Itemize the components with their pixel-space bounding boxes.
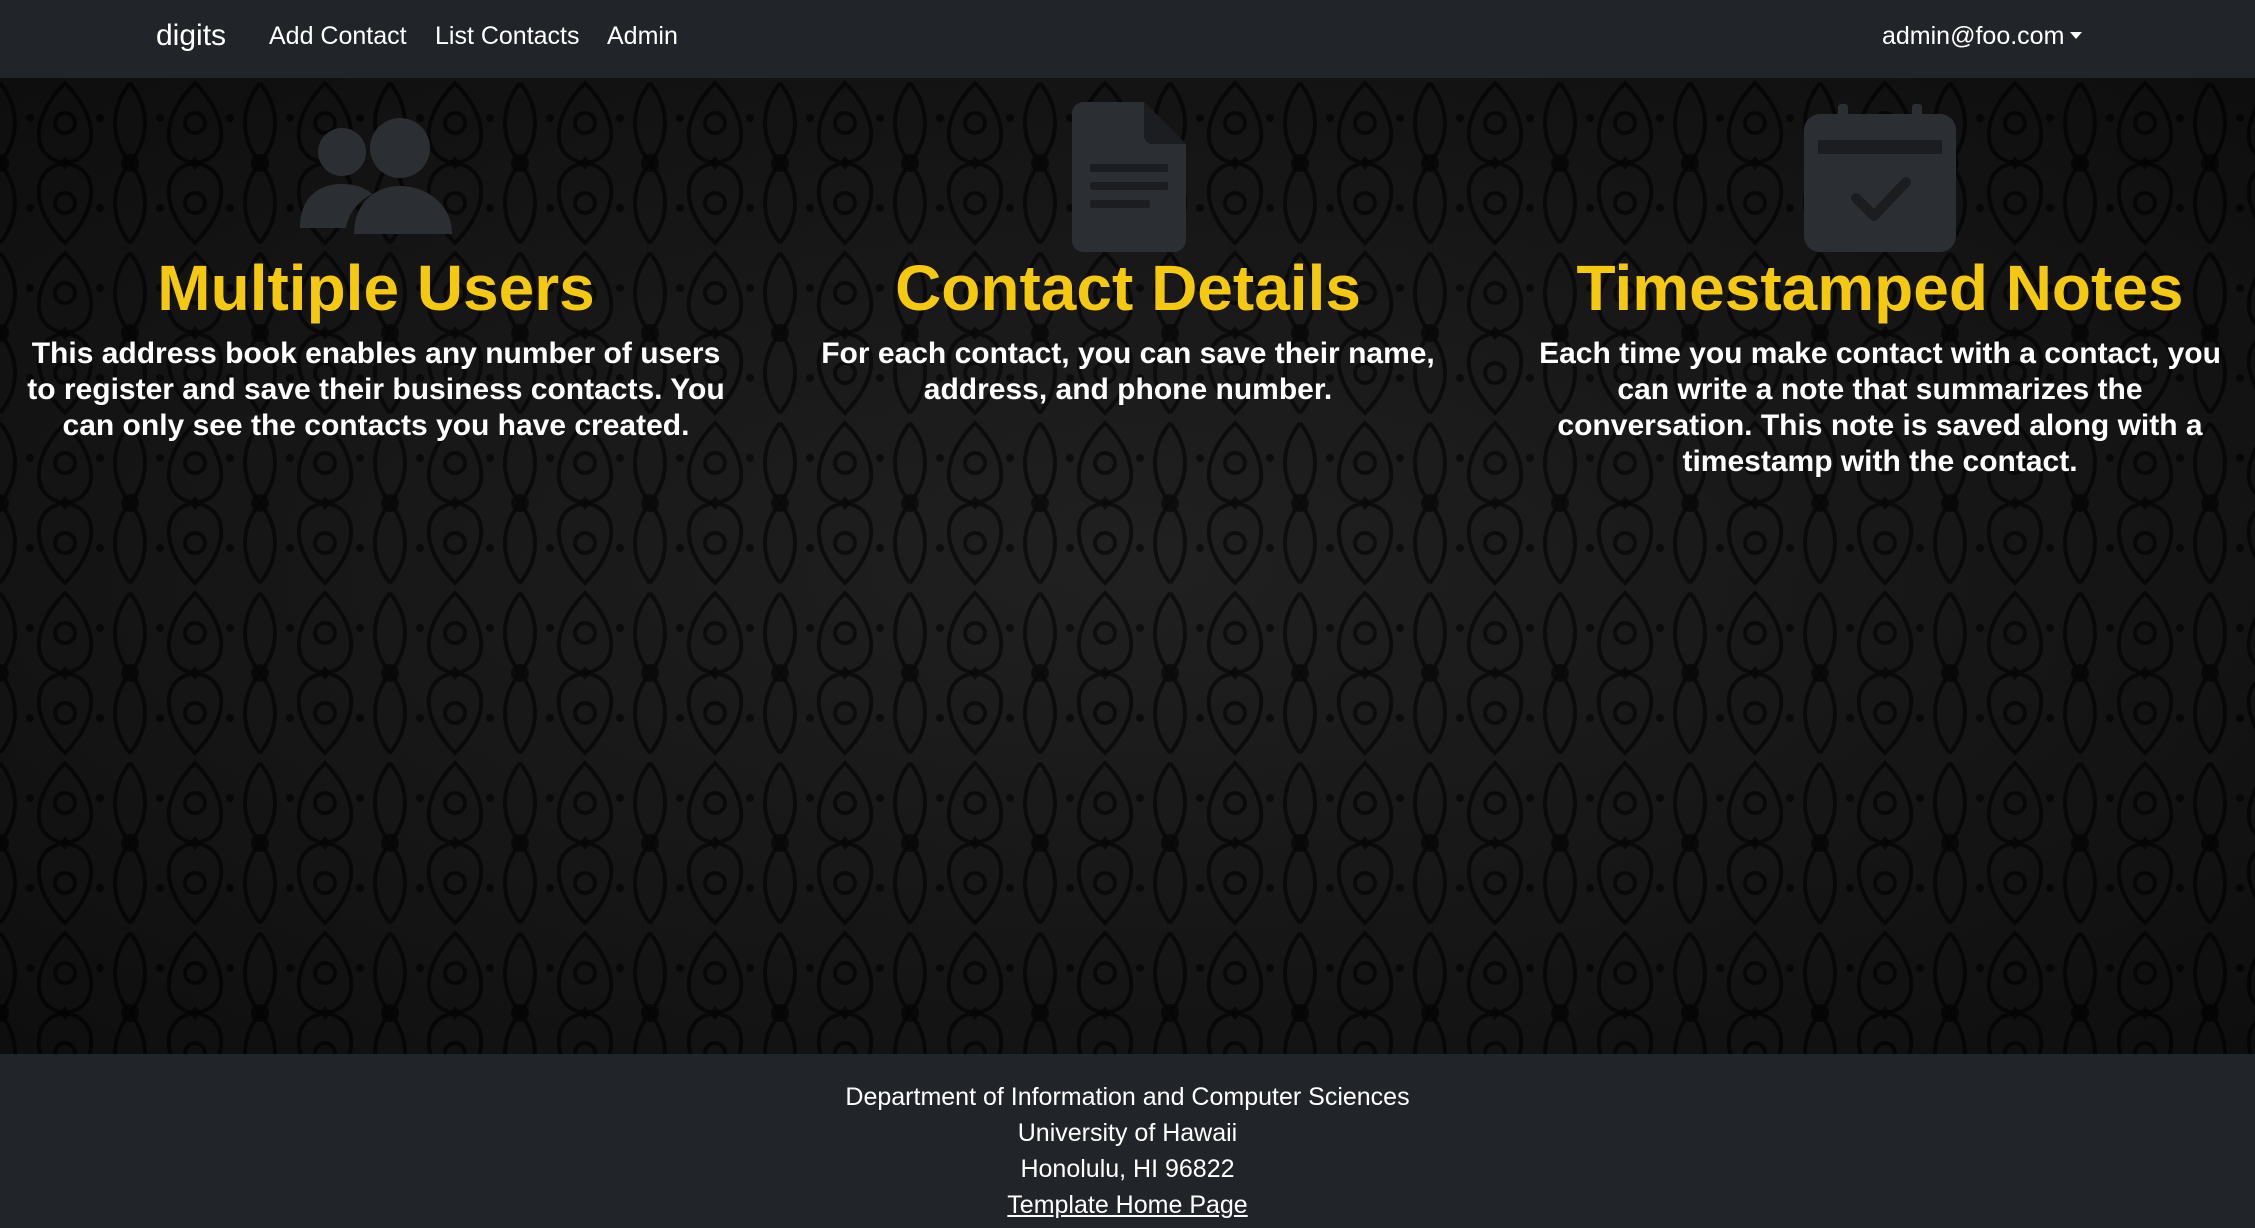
footer-department: Department of Information and Computer S…	[845, 1083, 1410, 1111]
user-dropdown[interactable]: admin@foo.com	[1882, 22, 2083, 51]
footer-address: Honolulu, HI 96822	[1020, 1155, 1235, 1183]
footer-link-row: Template Home Page	[0, 1190, 2255, 1220]
feature-description: Each time you make contact with a contac…	[1539, 337, 2221, 478]
feature-title: Contact Details	[895, 252, 1361, 324]
users-icon	[300, 118, 452, 234]
template-home-link[interactable]: Template Home Page	[1007, 1191, 1247, 1219]
navbar: digits Add Contact List Contacts Admin a…	[0, 0, 2255, 78]
feature-title: Timestamped Notes	[1576, 252, 2184, 324]
file-document-icon	[1072, 102, 1186, 252]
feature-title: Multiple Users	[157, 252, 595, 324]
nav-list-contacts[interactable]: List Contacts	[435, 22, 580, 51]
landing-main: Multiple Users This address book enables…	[0, 78, 2255, 1054]
brand-link[interactable]: digits	[156, 19, 226, 53]
calendar-check-icon	[1804, 104, 1956, 252]
chevron-down-icon	[2070, 32, 2083, 39]
feature-description: This address book enables any number of …	[27, 337, 725, 442]
user-email: admin@foo.com	[1882, 22, 2065, 50]
feature-description: For each contact, you can save their nam…	[821, 337, 1435, 406]
nav-admin[interactable]: Admin	[607, 22, 678, 51]
footer-university: University of Hawaii	[1017, 1119, 1238, 1147]
footer: Department of Information and Computer S…	[0, 1054, 2255, 1228]
nav-add-contact[interactable]: Add Contact	[269, 22, 407, 51]
